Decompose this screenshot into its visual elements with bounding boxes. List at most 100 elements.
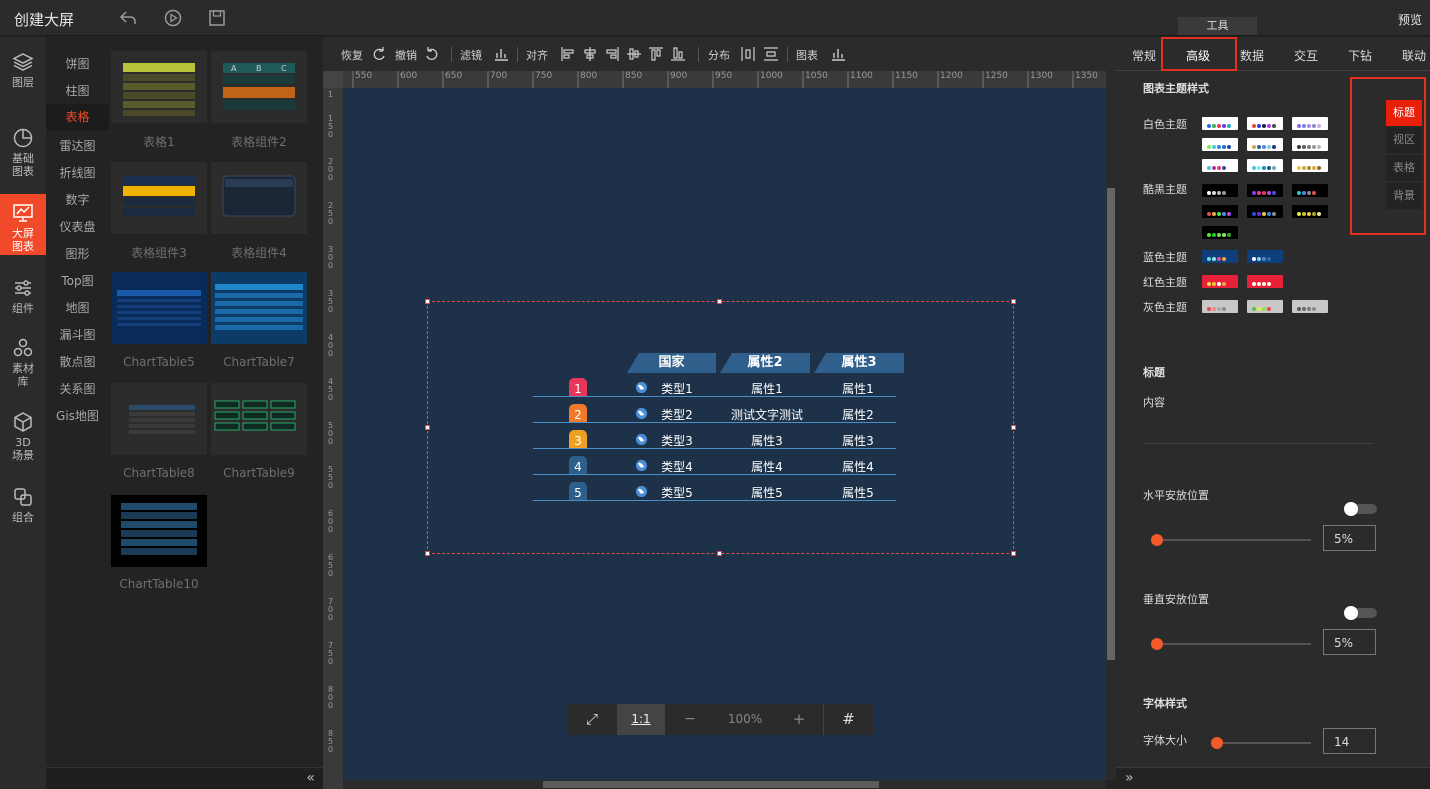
category-item[interactable]: 雷达图 <box>46 137 109 154</box>
font-size-input[interactable]: 14 <box>1323 728 1376 754</box>
undo-arrow-icon[interactable] <box>118 8 138 28</box>
nav-item-basic-charts[interactable]: 基础 图表 <box>0 127 46 178</box>
h-pos-input[interactable]: 5% <box>1323 525 1376 551</box>
category-item[interactable]: 数字 <box>46 191 109 208</box>
theme-swatch[interactable] <box>1292 159 1328 172</box>
align-top-icon[interactable] <box>626 46 642 62</box>
category-item-active[interactable]: 表格 <box>46 104 109 130</box>
category-item[interactable]: 饼图 <box>46 55 109 72</box>
nav-item-3d-scene[interactable]: 3D 场景 <box>0 411 46 462</box>
theme-swatch[interactable] <box>1247 117 1283 130</box>
align-right-icon[interactable] <box>604 46 620 62</box>
theme-swatch[interactable] <box>1292 138 1328 151</box>
zoom-1-1-button[interactable]: 1:1 <box>617 704 665 735</box>
nav-item-components[interactable]: 组件 <box>0 277 46 315</box>
selected-widget-frame[interactable] <box>425 299 1016 556</box>
chart-button[interactable]: 图表 <box>796 47 818 63</box>
vertical-scroll-thumb[interactable] <box>1107 188 1115 660</box>
theme-swatch[interactable] <box>1202 250 1238 263</box>
redo-icon[interactable] <box>371 46 387 62</box>
theme-swatch[interactable] <box>1247 300 1283 313</box>
theme-swatch[interactable] <box>1202 300 1238 313</box>
align-center-h-icon[interactable] <box>582 46 598 62</box>
thumbnail-table3[interactable] <box>111 162 207 234</box>
font-size-slider-knob[interactable] <box>1211 737 1223 749</box>
undo-icon[interactable] <box>424 46 440 62</box>
h-pos-slider-knob[interactable] <box>1151 534 1163 546</box>
category-item[interactable]: Top图 <box>46 272 109 289</box>
theme-swatch[interactable] <box>1292 205 1328 218</box>
resize-handle[interactable] <box>1011 425 1016 430</box>
thumbnail-charttable7[interactable] <box>211 272 307 344</box>
h-pos-slider[interactable] <box>1151 539 1311 541</box>
theme-swatch[interactable] <box>1292 117 1328 130</box>
undo-button[interactable]: 撤销 <box>395 47 417 63</box>
tools-tab[interactable]: 工具 <box>1178 17 1257 35</box>
collapse-left-icon[interactable]: « <box>306 770 315 786</box>
collapse-right-icon[interactable]: » <box>1125 770 1134 786</box>
theme-swatch[interactable] <box>1292 300 1328 313</box>
nav-item-layers[interactable]: 图层 <box>0 51 46 89</box>
resize-handle[interactable] <box>717 551 722 556</box>
category-item[interactable]: 仪表盘 <box>46 218 109 235</box>
theme-swatch[interactable] <box>1247 275 1283 288</box>
align-left-icon[interactable] <box>560 46 576 62</box>
grid-icon[interactable]: # <box>823 704 873 735</box>
nav-item-screen-charts[interactable]: 大屏 图表 <box>0 194 46 255</box>
preview-button[interactable]: 预览 <box>1398 11 1422 28</box>
bar-chart-icon[interactable] <box>493 46 509 62</box>
theme-swatch[interactable] <box>1202 184 1238 197</box>
nav-item-assets[interactable]: 素材 库 <box>0 337 46 388</box>
resize-handle[interactable] <box>425 551 430 556</box>
thumbnail-charttable10[interactable] <box>111 495 207 567</box>
category-item[interactable]: 关系图 <box>46 380 109 397</box>
theme-swatch[interactable] <box>1247 205 1283 218</box>
v-pos-slider-knob[interactable] <box>1151 638 1163 650</box>
v-pos-slider[interactable] <box>1151 643 1311 645</box>
align-button[interactable]: 对齐 <box>526 47 548 63</box>
tab-interaction[interactable]: 交互 <box>1294 47 1318 64</box>
zoom-in-button[interactable]: + <box>775 704 823 735</box>
theme-swatch[interactable] <box>1202 117 1238 130</box>
tab-drilldown[interactable]: 下钻 <box>1348 47 1372 64</box>
distribute-button[interactable]: 分布 <box>708 47 730 63</box>
distribute-h-icon[interactable] <box>740 46 756 62</box>
align-bottom-icon[interactable] <box>670 46 686 62</box>
resize-handle[interactable] <box>1011 299 1016 304</box>
horizontal-scroll-thumb[interactable] <box>543 781 879 788</box>
chart-icon[interactable] <box>830 46 846 62</box>
save-icon[interactable] <box>207 8 227 28</box>
distribute-v-icon[interactable] <box>763 46 779 62</box>
font-size-slider[interactable] <box>1216 742 1311 744</box>
thumbnail-table2[interactable]: A B C <box>211 51 307 123</box>
theme-swatch[interactable] <box>1202 275 1238 288</box>
theme-swatch[interactable] <box>1202 159 1238 172</box>
align-middle-icon[interactable] <box>648 46 664 62</box>
tab-data[interactable]: 数据 <box>1240 47 1264 64</box>
category-item[interactable]: 图形 <box>46 245 109 262</box>
h-pos-toggle[interactable] <box>1344 502 1377 516</box>
v-pos-input[interactable]: 5% <box>1323 629 1376 655</box>
thumbnail-table4[interactable] <box>211 162 307 234</box>
category-item[interactable]: 地图 <box>46 299 109 316</box>
fit-screen-icon[interactable]: ⤢ <box>567 704 617 735</box>
nav-item-group[interactable]: 组合 <box>0 486 46 524</box>
theme-swatch[interactable] <box>1247 250 1283 263</box>
v-pos-toggle[interactable] <box>1344 606 1377 620</box>
theme-swatch[interactable] <box>1292 184 1328 197</box>
redo-button[interactable]: 恢复 <box>341 47 363 63</box>
category-item[interactable]: Gis地图 <box>46 407 109 424</box>
play-icon[interactable] <box>163 8 183 28</box>
thumbnail-table1[interactable] <box>111 51 207 123</box>
resize-handle[interactable] <box>425 299 430 304</box>
resize-handle[interactable] <box>1011 551 1016 556</box>
theme-swatch[interactable] <box>1247 159 1283 172</box>
resize-handle[interactable] <box>717 299 722 304</box>
filter-button[interactable]: 滤镜 <box>460 47 482 63</box>
theme-swatch[interactable] <box>1202 138 1238 151</box>
category-item[interactable]: 散点图 <box>46 353 109 370</box>
content-input-line[interactable] <box>1143 443 1373 444</box>
tab-general[interactable]: 常规 <box>1132 47 1156 64</box>
category-item[interactable]: 漏斗图 <box>46 326 109 343</box>
thumbnail-charttable5[interactable] <box>111 272 207 344</box>
